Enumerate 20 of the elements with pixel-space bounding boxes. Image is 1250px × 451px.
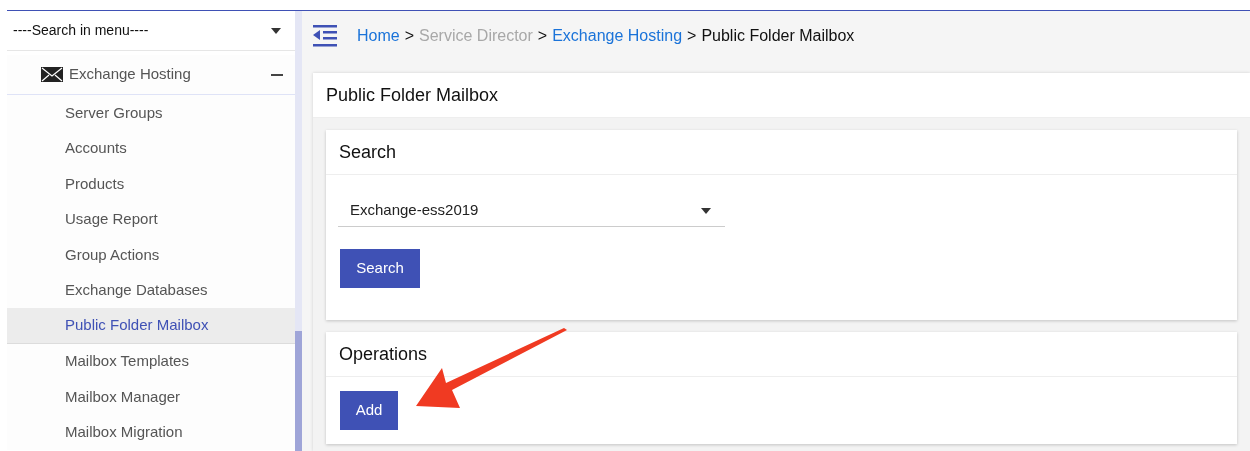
add-button[interactable]: Add	[340, 391, 398, 430]
scrollbar-thumb[interactable]	[295, 331, 302, 451]
breadcrumb-separator: >	[404, 26, 415, 46]
breadcrumb-separator: >	[687, 26, 697, 46]
caret-icon	[701, 207, 711, 214]
server-select[interactable]: Exchange-ess2019	[338, 195, 725, 227]
breadcrumb-current: Public Folder Mailbox	[701, 26, 855, 46]
card-title: Operations	[339, 342, 428, 366]
collapse-icon[interactable]	[271, 73, 283, 76]
search-button[interactable]: Search	[340, 249, 420, 288]
group-label: Exchange Hosting	[69, 64, 192, 85]
page-title: Public Folder Mailbox	[326, 83, 499, 107]
envelope-icon	[41, 67, 63, 82]
menu-toggle-icon[interactable]	[313, 25, 337, 47]
card-title: Search	[339, 140, 397, 164]
breadcrumb-separator: >	[537, 26, 548, 46]
breadcrumb-link[interactable]: Exchange Hosting	[552, 24, 683, 48]
caret-icon	[271, 27, 281, 34]
sidebar-item[interactable]: Public Folder Mailbox	[7, 308, 295, 344]
breadcrumb-link[interactable]: Home	[357, 24, 400, 48]
